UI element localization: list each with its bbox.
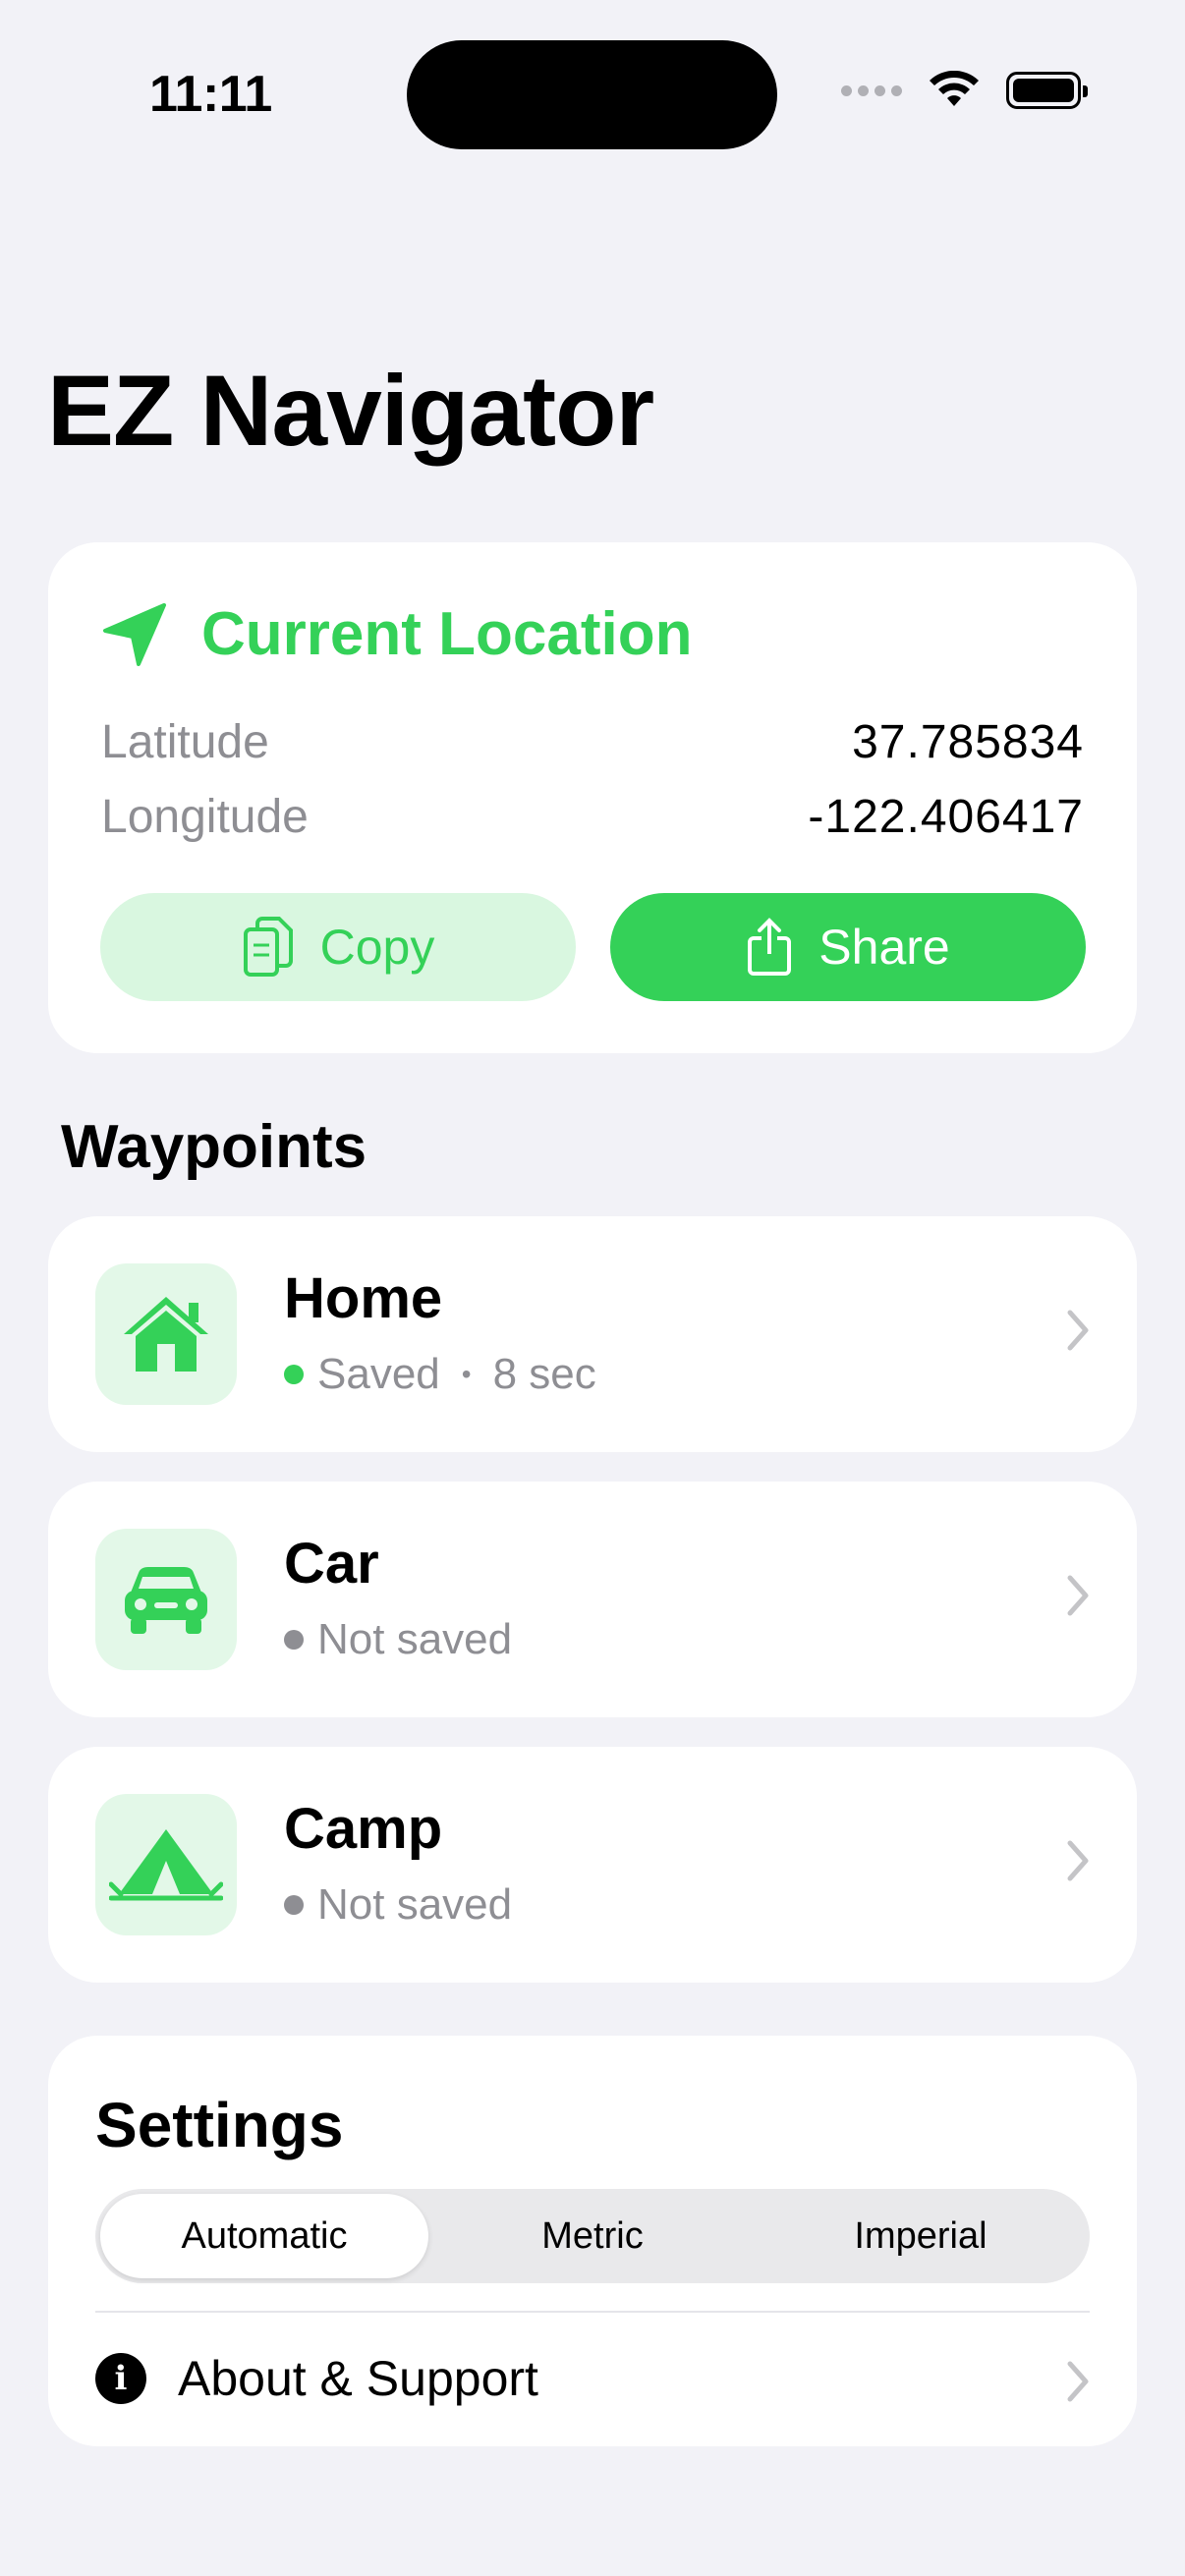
status-dot bbox=[284, 1630, 304, 1650]
waypoint-name: Camp bbox=[284, 1797, 443, 1861]
current-location-header: Current Location bbox=[101, 599, 692, 669]
longitude-value: -122.406417 bbox=[808, 791, 1084, 843]
about-support-row[interactable]: i About & Support bbox=[95, 2324, 1090, 2433]
separator-dot: • bbox=[461, 1359, 472, 1389]
page-title: EZ Navigator bbox=[47, 355, 654, 467]
waypoint-icon-box bbox=[95, 1263, 237, 1405]
longitude-row: Longitude -122.406417 bbox=[101, 790, 1084, 844]
chevron-right-icon bbox=[1067, 2361, 1089, 2402]
latitude-value: 37.785834 bbox=[852, 716, 1084, 768]
copy-button-label: Copy bbox=[319, 920, 435, 975]
waypoint-status-text: Saved bbox=[317, 1350, 440, 1398]
divider bbox=[95, 2311, 1090, 2313]
location-arrow-icon bbox=[103, 602, 166, 666]
house-icon bbox=[124, 1297, 208, 1372]
waypoint-camp[interactable]: Camp Not saved bbox=[48, 1747, 1137, 1983]
cellular-dots-icon bbox=[841, 84, 902, 96]
share-button[interactable]: Share bbox=[610, 893, 1086, 1001]
status-dot bbox=[284, 1365, 304, 1384]
wifi-icon bbox=[930, 71, 979, 106]
current-location-title: Current Location bbox=[201, 600, 693, 668]
current-location-card: Current Location Latitude 37.785834 Long… bbox=[48, 542, 1137, 1053]
tent-icon bbox=[109, 1829, 223, 1901]
waypoint-car[interactable]: Car Not saved bbox=[48, 1482, 1137, 1717]
segment-metric[interactable]: Metric bbox=[428, 2194, 757, 2278]
settings-card: Settings Automatic Metric Imperial i Abo… bbox=[48, 2036, 1137, 2446]
share-button-label: Share bbox=[818, 920, 950, 975]
longitude-label: Longitude bbox=[101, 791, 309, 843]
waypoint-age: 8 sec bbox=[492, 1350, 596, 1398]
chevron-right-icon bbox=[1067, 1840, 1089, 1881]
waypoints-section-title: Waypoints bbox=[61, 1113, 367, 1181]
info-icon: i bbox=[95, 2353, 146, 2404]
latitude-label: Latitude bbox=[101, 716, 269, 768]
battery-icon bbox=[1006, 72, 1088, 109]
status-time: 11:11 bbox=[149, 66, 272, 123]
waypoint-status: Not saved bbox=[284, 1880, 512, 1930]
segment-automatic[interactable]: Automatic bbox=[100, 2194, 428, 2278]
car-icon bbox=[125, 1567, 207, 1634]
dynamic-island bbox=[407, 40, 777, 149]
waypoint-icon-box bbox=[95, 1529, 237, 1670]
waypoint-icon-box bbox=[95, 1794, 237, 1935]
copy-icon bbox=[243, 917, 293, 977]
waypoint-status: Not saved bbox=[284, 1615, 512, 1664]
copy-button[interactable]: Copy bbox=[100, 893, 576, 1001]
status-dot bbox=[284, 1895, 304, 1915]
waypoint-status-text: Not saved bbox=[317, 1615, 513, 1663]
about-support-label: About & Support bbox=[178, 2351, 538, 2406]
waypoint-home[interactable]: Home Saved • 8 sec bbox=[48, 1216, 1137, 1452]
segment-imperial[interactable]: Imperial bbox=[757, 2194, 1085, 2278]
waypoint-name: Home bbox=[284, 1266, 443, 1330]
waypoint-status: Saved • 8 sec bbox=[284, 1350, 596, 1399]
share-icon bbox=[748, 918, 792, 976]
status-icons bbox=[841, 71, 1088, 110]
waypoint-status-text: Not saved bbox=[317, 1880, 513, 1929]
latitude-row: Latitude 37.785834 bbox=[101, 715, 1084, 769]
chevron-right-icon bbox=[1067, 1310, 1089, 1351]
app-screen: 11:11 EZ Navigator Current Location Lati… bbox=[0, 0, 1185, 2576]
waypoint-name: Car bbox=[284, 1532, 379, 1596]
units-segmented-control: Automatic Metric Imperial bbox=[95, 2189, 1090, 2283]
settings-title: Settings bbox=[95, 2090, 344, 2160]
chevron-right-icon bbox=[1067, 1575, 1089, 1616]
